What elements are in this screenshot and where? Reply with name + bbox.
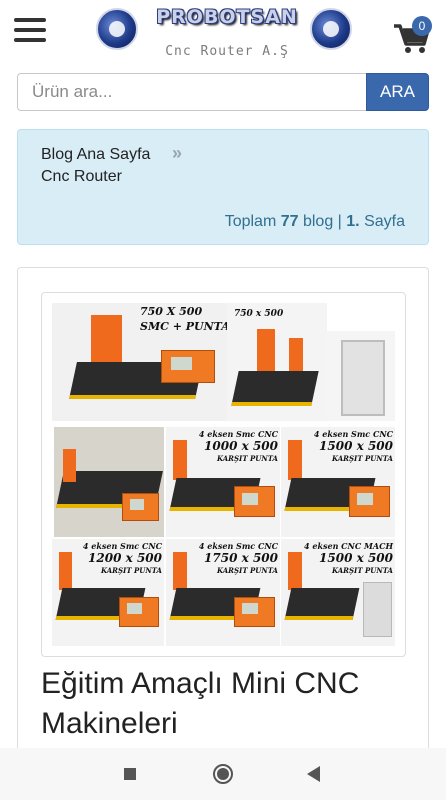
tile-4-sub-label: KARŞIT PUNTA <box>216 566 278 575</box>
search-bar: ARA <box>17 73 429 111</box>
cnc-machines-collage: 750 X 500 SMC + PUNTA 750 x 500 4 eksen … <box>52 303 395 646</box>
total-prefix: Toplam <box>224 213 277 230</box>
square-icon[interactable] <box>124 768 136 780</box>
machine-photo <box>54 427 164 537</box>
blog-post-card: 750 X 500 SMC + PUNTA 750 x 500 4 eksen … <box>17 267 429 787</box>
tile-2-sub-label: KARŞIT PUNTA <box>331 454 393 463</box>
post-thumbnail[interactable]: 750 X 500 SMC + PUNTA 750 x 500 4 eksen … <box>41 292 406 657</box>
shopping-cart-button[interactable]: 0 <box>392 16 432 56</box>
machine-photo: 4 eksen Smc CNC 1000 x 500 KARŞIT PUNTA <box>166 427 280 537</box>
breadcrumb-home-link[interactable]: Blog Ana Sayfa <box>41 146 150 164</box>
logo-title: PROBOTSAN <box>156 6 298 28</box>
breadcrumb-current-link[interactable]: Cnc Router <box>41 168 122 186</box>
tile-4-size-label: 1750 x 500 <box>204 551 278 565</box>
blog-count-summary: Toplam 77 blog | 1. Sayfa <box>225 213 405 231</box>
total-count: 77 <box>280 213 299 230</box>
logo-badge-icon <box>310 8 352 50</box>
circle-icon[interactable] <box>213 764 233 784</box>
tile-4-top-label: 4 eksen Smc CNC <box>198 541 278 551</box>
double-chevron-right-icon: » <box>172 143 183 163</box>
logo-badge-icon <box>96 8 138 50</box>
machine-photo: 4 eksen Smc CNC 1750 x 500 KARŞIT PUNTA <box>166 539 280 646</box>
tile-1-size-label: 1000 x 500 <box>204 439 278 453</box>
site-header: PROBOTSAN Cnc Router A.Ş 0 <box>0 0 446 70</box>
cart-count-badge: 0 <box>412 16 432 36</box>
page-label: Sayfa <box>364 213 405 230</box>
machine-photo: 4 eksen Smc CNC 1500 x 500 KARŞIT PUNTA <box>281 427 395 537</box>
tile-3-top-label: 4 eksen Smc CNC <box>82 541 162 551</box>
machine-photo: 4 eksen CNC MACH 1500 x 500 KARŞIT PUNTA <box>281 539 395 646</box>
machine-photo <box>227 303 327 421</box>
side-size-label: 750 x 500 <box>234 309 284 319</box>
tile-5-top-label: 4 eksen CNC MACH <box>304 541 393 551</box>
tile-1-sub-label: KARŞIT PUNTA <box>216 454 278 463</box>
search-button[interactable]: ARA <box>366 73 429 111</box>
tile-3-sub-label: KARŞIT PUNTA <box>100 566 162 575</box>
site-logo[interactable]: PROBOTSAN Cnc Router A.Ş <box>96 6 352 64</box>
control-cabinet-photo <box>327 331 395 421</box>
tile-1-top-label: 4 eksen Smc CNC <box>198 429 278 439</box>
tile-5-size-label: 1500 x 500 <box>319 551 393 565</box>
search-input[interactable] <box>17 73 366 111</box>
main-sub-label: SMC + PUNTA <box>140 320 230 333</box>
summary-divider: | <box>337 213 342 230</box>
page-number: 1. <box>346 213 360 230</box>
machine-photo: 4 eksen Smc CNC 1200 x 500 KARŞIT PUNTA <box>52 539 164 646</box>
tile-3-size-label: 1200 x 500 <box>88 551 162 565</box>
tile-2-size-label: 1500 x 500 <box>319 439 393 453</box>
tile-5-sub-label: KARŞIT PUNTA <box>331 566 393 575</box>
post-title-link[interactable]: Eğitim Amaçlı Mini CNC Makineleri <box>41 664 411 744</box>
hamburger-menu-icon[interactable] <box>14 18 46 46</box>
breadcrumb: Blog Ana Sayfa » Cnc Router Toplam 77 bl… <box>17 129 429 245</box>
total-suffix: blog <box>302 213 334 230</box>
triangle-back-icon[interactable] <box>307 766 320 782</box>
logo-subtitle: Cnc Router A.Ş <box>165 44 289 59</box>
tile-2-top-label: 4 eksen Smc CNC <box>313 429 393 439</box>
main-size-label: 750 X 500 <box>140 305 203 318</box>
